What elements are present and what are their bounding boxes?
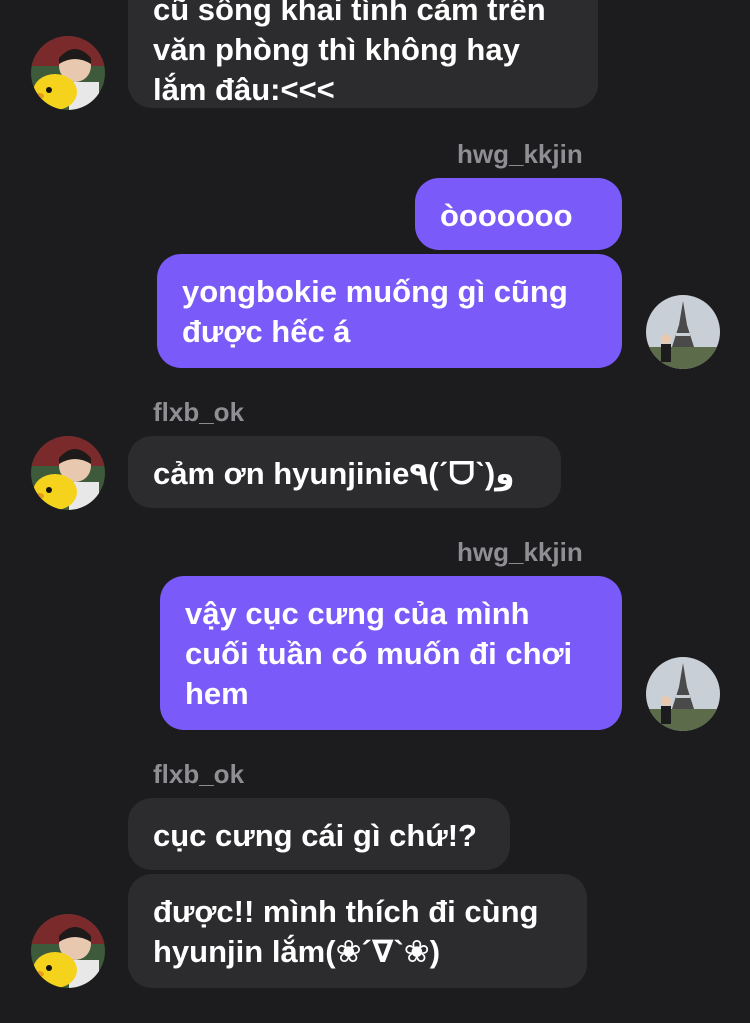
message-bubble-outgoing[interactable]: vậy cục cưng của mình cuối tuần có muốn …: [160, 576, 622, 730]
eiffel-tower-avatar-icon: [646, 657, 720, 731]
sender-name: hwg_kkjin: [457, 537, 583, 567]
sender-name: flxb_ok: [153, 397, 245, 427]
message-bubble-outgoing[interactable]: òoooooo: [415, 178, 622, 250]
message-bubble-incoming[interactable]: được!! mình thích đi cùng hyunjin lắm(❀´…: [128, 874, 587, 988]
sender-name: flxb_ok: [153, 759, 245, 789]
duck-avatar-icon: [31, 436, 105, 510]
avatar-flxb-ok[interactable]: [31, 436, 105, 510]
avatar-hwg-kkjin[interactable]: [646, 295, 720, 369]
eiffel-tower-avatar-icon: [646, 295, 720, 369]
avatar-flxb-ok[interactable]: [31, 36, 105, 110]
message-bubble-incoming[interactable]: cục cưng cái gì chứ!?: [128, 798, 510, 870]
duck-avatar-icon: [31, 914, 105, 988]
message-bubble-outgoing[interactable]: yongbokie muống gì cũng được hếc á: [157, 254, 622, 368]
message-bubble-incoming[interactable]: cũ sống khai tình cảm trên văn phòng thì…: [128, 0, 598, 108]
sender-name: hwg_kkjin: [457, 139, 583, 169]
message-bubble-incoming[interactable]: cảm ơn hyunjinie٩(ˊᗜˋ)و: [128, 436, 561, 508]
avatar-hwg-kkjin[interactable]: [646, 657, 720, 731]
duck-avatar-icon: [31, 36, 105, 110]
avatar-flxb-ok[interactable]: [31, 914, 105, 988]
